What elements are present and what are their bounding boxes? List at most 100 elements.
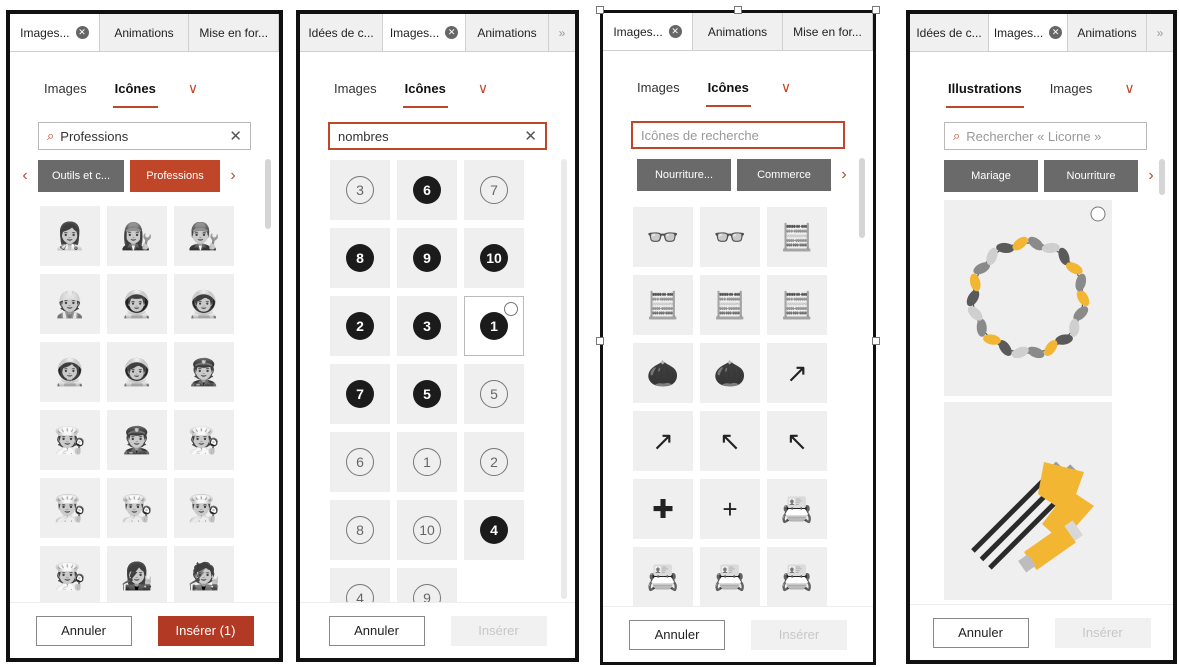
close-icon[interactable]: ✕ <box>445 26 459 39</box>
more-tabs-icon[interactable]: » <box>1147 14 1173 51</box>
icon-tile[interactable]: 3 <box>397 296 457 356</box>
chip-wedding[interactable]: Mariage <box>944 160 1038 192</box>
more-tabs-icon[interactable]: » <box>549 14 575 51</box>
icon-tile[interactable]: + <box>700 479 760 539</box>
search-input[interactable]: Icônes de recherche <box>631 121 845 149</box>
icon-tile[interactable]: ↖ <box>767 411 827 471</box>
selection-handle[interactable] <box>872 6 880 14</box>
icon-tile[interactable]: ↗ <box>767 343 827 403</box>
cancel-button[interactable]: Annuler <box>328 615 425 646</box>
icon-tile[interactable]: 👨‍🚀 <box>107 274 167 334</box>
icon-tile[interactable]: 6 <box>330 432 390 492</box>
icon-tile[interactable]: 👩‍🎤 <box>107 546 167 606</box>
icon-tile[interactable]: 🧮 <box>767 275 827 335</box>
search-input[interactable]: ⌕ Professions ✕ <box>38 122 251 150</box>
selection-handle[interactable] <box>596 6 604 14</box>
icon-tile[interactable]: 10 <box>464 228 524 288</box>
icon-tile[interactable]: 2 <box>464 432 524 492</box>
icon-tile[interactable]: 🧮 <box>633 275 693 335</box>
tab-animations[interactable]: Animations <box>693 13 783 50</box>
insert-button[interactable]: Insérer <box>450 615 547 646</box>
chip-food[interactable]: Nourriture... <box>637 159 731 191</box>
selection-handle[interactable] <box>596 337 604 345</box>
subtab-illustrations[interactable]: Illustrations <box>946 75 1024 108</box>
insert-button[interactable]: Insérer <box>751 619 847 650</box>
icon-tile[interactable]: 2 <box>330 296 390 356</box>
icon-tile[interactable]: 👨‍🍳 <box>107 478 167 538</box>
close-icon[interactable]: ✕ <box>668 25 682 38</box>
chevron-down-icon[interactable]: ∨ <box>781 79 791 96</box>
subtab-images[interactable]: Images <box>1048 75 1095 102</box>
tab-images[interactable]: Images... ✕ <box>10 14 100 51</box>
subtab-images[interactable]: Images <box>42 75 89 102</box>
icon-tile[interactable]: ↖ <box>700 411 760 471</box>
tab-images[interactable]: Images... ✕ <box>603 13 693 50</box>
icon-tile[interactable]: 🧮 <box>700 275 760 335</box>
icon-tile[interactable]: 🌰 <box>700 343 760 403</box>
scrollbar[interactable] <box>1159 159 1165 195</box>
icon-tile[interactable]: ✚ <box>633 479 693 539</box>
subtab-icons[interactable]: Icônes <box>112 75 159 108</box>
subtab-icons[interactable]: Icônes <box>402 75 449 108</box>
icon-tile[interactable]: 🧑‍🍳 <box>40 546 100 606</box>
icon-tile[interactable]: 👨‍🍳 <box>40 478 100 538</box>
illustration-wreath[interactable] <box>944 200 1112 396</box>
subtab-images[interactable]: Images <box>635 74 682 101</box>
icon-tile[interactable]: 👮 <box>174 342 234 402</box>
insert-button[interactable]: Insérer <box>1054 617 1151 648</box>
icon-tile[interactable]: 🧑‍🚀 <box>174 274 234 334</box>
icon-tile[interactable]: 🧑‍🍳 <box>174 410 234 470</box>
icon-tile[interactable]: 🧑‍🎤 <box>174 546 234 606</box>
clear-icon[interactable]: ✕ <box>229 127 242 145</box>
selection-handle[interactable] <box>734 6 742 14</box>
icon-tile[interactable]: 👩‍🔧 <box>107 206 167 266</box>
insert-button[interactable]: Insérer (1) <box>157 615 254 646</box>
icon-tile[interactable]: 8 <box>330 228 390 288</box>
icon-tile[interactable]: 📇 <box>767 479 827 539</box>
scrollbar[interactable] <box>859 158 865 238</box>
icon-tile[interactable]: 🧑‍🍳 <box>40 410 100 470</box>
tab-format[interactable]: Mise en for... <box>189 14 279 51</box>
icon-tile[interactable]: 👓 <box>700 207 760 267</box>
tab-animations[interactable]: Animations <box>466 14 549 51</box>
icon-tile[interactable]: 9 <box>397 228 457 288</box>
icon-tile[interactable]: 5 <box>464 364 524 424</box>
chip-professions[interactable]: Professions <box>130 160 220 192</box>
subtab-images[interactable]: Images <box>332 75 379 102</box>
tab-design-ideas[interactable]: Idées de c... <box>300 14 383 51</box>
tab-format[interactable]: Mise en for... <box>783 13 873 50</box>
selection-handle[interactable] <box>872 337 880 345</box>
chevron-left-icon[interactable]: ‹ <box>18 167 32 185</box>
cancel-button[interactable]: Annuler <box>629 619 725 650</box>
chevron-down-icon[interactable]: ∨ <box>1124 80 1134 97</box>
tab-images[interactable]: Images... ✕ <box>989 14 1068 51</box>
clear-icon[interactable]: ✕ <box>524 127 537 145</box>
chevron-down-icon[interactable]: ∨ <box>478 80 488 97</box>
search-input[interactable]: nombres ✕ <box>328 122 547 150</box>
tab-design-ideas[interactable]: Idées de c... <box>910 14 989 51</box>
icon-tile[interactable]: 👩‍⚕️ <box>40 206 100 266</box>
icon-tile[interactable]: 8 <box>330 500 390 560</box>
chip-tools[interactable]: Outils et c... <box>38 160 124 192</box>
icon-tile[interactable]: 📇 <box>767 547 827 607</box>
cancel-button[interactable]: Annuler <box>932 617 1029 648</box>
icon-tile[interactable]: 10 <box>397 500 457 560</box>
chevron-right-icon[interactable]: › <box>226 167 240 185</box>
icon-tile[interactable]: 👩‍🚀 <box>40 342 100 402</box>
subtab-icons[interactable]: Icônes <box>705 74 752 107</box>
icon-tile[interactable]: 📇 <box>633 547 693 607</box>
tab-images[interactable]: Images... ✕ <box>383 14 466 51</box>
icon-tile[interactable]: 6 <box>397 160 457 220</box>
icon-tile[interactable]: 👓 <box>633 207 693 267</box>
chevron-right-icon[interactable]: › <box>837 166 851 184</box>
icon-tile[interactable]: 3 <box>330 160 390 220</box>
scrollbar[interactable] <box>265 159 271 229</box>
chip-food[interactable]: Nourriture <box>1044 160 1138 192</box>
icon-tile[interactable]: 👷 <box>40 274 100 334</box>
icon-tile[interactable]: 🌰 <box>633 343 693 403</box>
icon-tile[interactable]: 4 <box>464 500 524 560</box>
tab-animations[interactable]: Animations <box>99 14 190 51</box>
chip-commerce[interactable]: Commerce <box>737 159 831 191</box>
cancel-button[interactable]: Annuler <box>35 615 132 646</box>
chevron-right-icon[interactable]: › <box>1144 167 1158 185</box>
